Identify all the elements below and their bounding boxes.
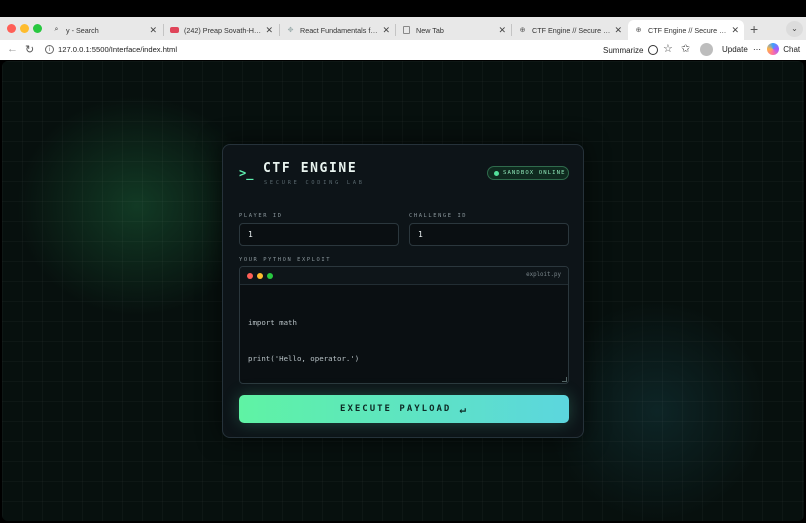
challenge-id-label: CHALLENGE ID <box>409 213 468 219</box>
resize-handle-icon[interactable] <box>562 377 567 382</box>
os-menu-bar <box>0 0 806 17</box>
editor-red-dot-icon <box>247 273 253 279</box>
page-viewport: >_ CTF ENGINE SECURE CODING LAB SANDBOX … <box>2 61 804 521</box>
more-icon: ⋯ <box>753 45 762 54</box>
tab-list-chevron-icon[interactable]: ⌄ <box>786 21 803 37</box>
site-info-icon[interactable]: i <box>45 45 54 54</box>
update-button[interactable]: Update ⋯ <box>722 45 761 54</box>
globe-icon: ⊕ <box>519 27 526 34</box>
react-icon: ✥ <box>287 27 294 34</box>
copilot-chat-button[interactable]: Chat <box>767 43 800 55</box>
player-id-input[interactable]: 1 <box>239 223 399 246</box>
status-dot-icon <box>494 170 499 176</box>
back-arrow-icon[interactable]: ← <box>7 43 18 55</box>
url-text: 127.0.0.1:5500/Interface/index.html <box>58 45 178 54</box>
close-tab-icon[interactable]: ✕ <box>265 25 273 36</box>
browser-tab-ctf-engine-active[interactable]: ⊕ CTF Engine // Secure Coding ✕ <box>628 20 744 40</box>
browser-toolbar: ← ↻ i 127.0.0.1:5500/Interface/index.htm… <box>0 40 806 60</box>
copilot-icon <box>767 43 779 55</box>
editor-header: exploit.py <box>240 267 568 285</box>
reload-icon[interactable]: ↻ <box>25 43 34 56</box>
editor-green-dot-icon <box>267 273 273 279</box>
window-close-button[interactable] <box>7 24 16 33</box>
app-subtitle: SECURE CODING LAB <box>264 180 365 186</box>
terminal-prompt-icon: >_ <box>239 166 254 180</box>
close-tab-icon[interactable]: ✕ <box>149 25 157 36</box>
search-icon: ⌕ <box>54 26 59 33</box>
exploit-code-editor[interactable]: exploit.py import math print('Hello, ope… <box>239 266 569 384</box>
favorites-icon[interactable]: ✩ <box>681 42 690 55</box>
exploit-label: YOUR PYTHON EXPLOIT <box>239 257 332 263</box>
close-tab-icon[interactable]: ✕ <box>382 25 390 36</box>
challenge-id-input[interactable]: 1 <box>409 223 569 246</box>
browser-tab-youtube[interactable]: (242) Preap Sovath-Him Sh ✕ <box>164 20 278 40</box>
youtube-icon <box>170 26 179 35</box>
browser-tab-new-tab[interactable]: New Tab ✕ <box>396 20 511 40</box>
execute-payload-button[interactable]: EXECUTE PAYLOAD ↵ <box>239 395 569 423</box>
browser-tab-search[interactable]: ⌕ y - Search ✕ <box>46 20 162 40</box>
bookmark-star-icon[interactable]: ☆ <box>663 42 673 55</box>
editor-yellow-dot-icon <box>257 273 263 279</box>
browser-tab-ctf-engine[interactable]: ⊕ CTF Engine // Secure Coding ✕ <box>512 20 627 40</box>
globe-icon: ⊕ <box>635 27 642 34</box>
status-badge: SANDBOX ONLINE <box>487 166 569 180</box>
window-zoom-button[interactable] <box>33 24 42 33</box>
code-line: import math <box>248 318 297 327</box>
ctf-engine-card: >_ CTF ENGINE SECURE CODING LAB SANDBOX … <box>222 144 584 438</box>
summarize-icon <box>647 45 658 55</box>
enter-arrow-icon: ↵ <box>459 402 468 416</box>
browser-tab-react[interactable]: ✥ React Fundamentals for Ne ✕ <box>280 20 395 40</box>
close-tab-icon[interactable]: ✕ <box>614 25 622 36</box>
new-tab-button[interactable]: + <box>750 21 758 37</box>
close-tab-icon[interactable]: ✕ <box>731 25 739 36</box>
app-title: CTF ENGINE <box>263 161 358 176</box>
page-icon <box>402 26 411 35</box>
code-area[interactable]: import math print('Hello, operator.') <box>248 293 360 383</box>
summarize-button[interactable]: Summarize <box>603 45 658 55</box>
window-minimize-button[interactable] <box>20 24 29 33</box>
close-tab-icon[interactable]: ✕ <box>498 25 506 36</box>
profile-avatar[interactable] <box>700 43 713 56</box>
address-bar[interactable]: i 127.0.0.1:5500/Interface/index.html <box>41 42 597 58</box>
editor-filename: exploit.py <box>526 272 561 278</box>
code-line: print('Hello, operator.') <box>248 354 360 363</box>
player-id-label: PLAYER ID <box>239 213 283 219</box>
